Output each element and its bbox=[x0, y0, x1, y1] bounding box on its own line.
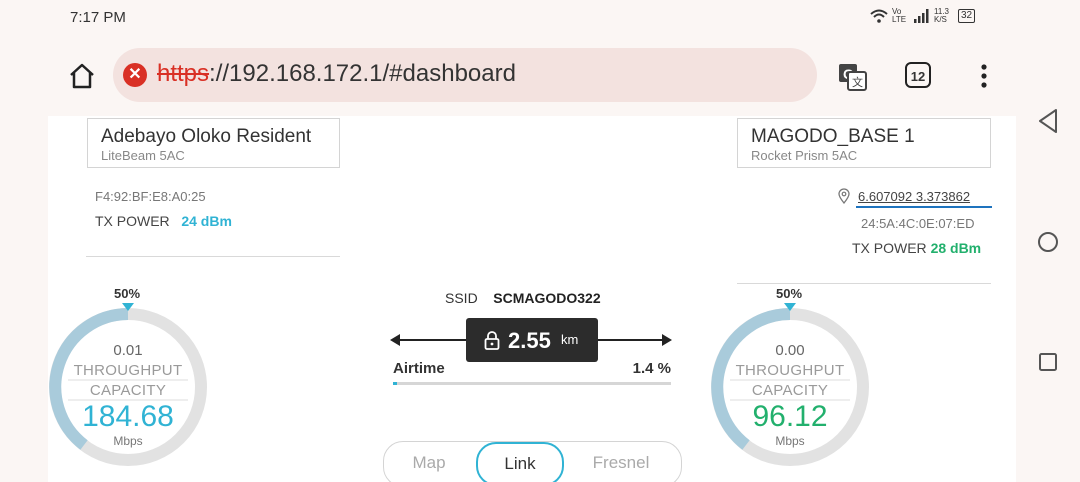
ssid-value: SCMAGODO322 bbox=[493, 290, 601, 306]
svg-text:文: 文 bbox=[852, 75, 863, 89]
translate-icon[interactable]: G 文 bbox=[836, 60, 868, 92]
left-capacity-value: 184.68 bbox=[82, 400, 174, 433]
right-device-model: Rocket Prism 5AC bbox=[751, 148, 858, 163]
ssid-label: SSID bbox=[445, 290, 478, 306]
left-throughput-label: THROUGHPUT bbox=[73, 362, 183, 379]
back-icon[interactable] bbox=[1036, 108, 1060, 134]
left-gauge-percent: 50% bbox=[114, 286, 141, 301]
left-tx-power: TX POWER 24 dBm bbox=[95, 213, 232, 229]
left-device-card[interactable]: Adebayo Oloko Resident LiteBeam 5AC bbox=[87, 118, 340, 168]
status-icons: Vo LTE 11.3 K/S 32 bbox=[870, 7, 976, 24]
right-tx-label: TX POWER bbox=[852, 240, 927, 256]
right-mac-address: 24:5A:4C:0E:07:ED bbox=[861, 216, 975, 231]
left-divider bbox=[86, 256, 340, 257]
recents-icon[interactable] bbox=[1038, 352, 1058, 372]
left-throughput-value: 0.01 bbox=[113, 342, 143, 359]
distance-unit: km bbox=[561, 332, 579, 347]
battery-icon: 32 bbox=[958, 9, 976, 23]
right-capacity-label: CAPACITY bbox=[751, 382, 829, 399]
view-tabs: Map Link Fresnel bbox=[383, 441, 682, 482]
tab-switcher-button[interactable]: 12 bbox=[905, 62, 931, 88]
insecure-warning-icon[interactable]: ✕ bbox=[123, 63, 147, 87]
right-throughput-label: THROUGHPUT bbox=[735, 362, 845, 379]
lock-icon bbox=[484, 331, 500, 350]
system-nav-bar bbox=[1016, 0, 1080, 482]
tab-fresnel[interactable]: Fresnel bbox=[576, 453, 666, 473]
network-speed: 11.3 K/S bbox=[934, 7, 949, 24]
left-capacity-label: CAPACITY bbox=[89, 382, 167, 399]
left-mac-address: F4:92:BF:E8:A0:25 bbox=[95, 189, 206, 204]
airtime-label: Airtime bbox=[393, 360, 445, 377]
right-capacity-value: 96.12 bbox=[752, 400, 828, 433]
right-tx-value: 28 dBm bbox=[930, 240, 982, 256]
ssid-row: SSID SCMAGODO322 bbox=[445, 290, 601, 306]
left-capacity-unit: Mbps bbox=[113, 434, 143, 448]
right-tx-power: TX POWER 28 dBm bbox=[852, 240, 981, 256]
right-device-name: MAGODO_BASE 1 bbox=[751, 126, 915, 147]
status-time: 7:17 PM bbox=[70, 9, 126, 26]
home-nav-icon[interactable] bbox=[1036, 230, 1060, 254]
wifi-icon bbox=[870, 9, 888, 23]
left-tx-label: TX POWER bbox=[95, 213, 170, 229]
url-scheme: https bbox=[157, 60, 210, 87]
airtime-bar-fill bbox=[393, 382, 398, 385]
left-device-model: LiteBeam 5AC bbox=[101, 148, 185, 163]
left-tx-value: 24 dBm bbox=[181, 213, 232, 229]
tab-map[interactable]: Map bbox=[384, 453, 474, 473]
tab-link[interactable]: Link bbox=[476, 442, 564, 482]
battery-level: 32 bbox=[961, 10, 973, 21]
distance-value: 2.55 bbox=[508, 328, 551, 353]
right-throughput-value: 0.00 bbox=[775, 342, 805, 359]
right-device-card[interactable]: MAGODO_BASE 1 Rocket Prism 5AC bbox=[737, 118, 991, 168]
right-location-link[interactable]: 6.607092 3.373862 bbox=[858, 189, 970, 204]
url-rest: ://192.168.172.1/#dashboard bbox=[209, 60, 516, 87]
right-capacity-unit: Mbps bbox=[775, 434, 805, 448]
airtime-value: 1.4 % bbox=[632, 360, 671, 377]
signal-icon bbox=[914, 9, 929, 23]
network-label: Vo LTE bbox=[892, 7, 907, 24]
location-underline bbox=[856, 206, 992, 208]
distance-badge: 2.55 km bbox=[466, 318, 598, 362]
right-divider bbox=[737, 283, 991, 284]
overflow-menu-icon[interactable] bbox=[976, 62, 992, 90]
right-gauge-percent: 50% bbox=[776, 286, 803, 301]
airtime-bar bbox=[393, 382, 671, 385]
left-device-name: Adebayo Oloko Resident bbox=[101, 126, 312, 147]
url-text[interactable]: https://192.168.172.1/#dashboard bbox=[157, 60, 516, 88]
location-pin-icon bbox=[838, 188, 850, 204]
dashboard-page: Adebayo Oloko Resident LiteBeam 5AC F4:9… bbox=[48, 116, 1016, 482]
home-icon[interactable] bbox=[66, 60, 98, 92]
